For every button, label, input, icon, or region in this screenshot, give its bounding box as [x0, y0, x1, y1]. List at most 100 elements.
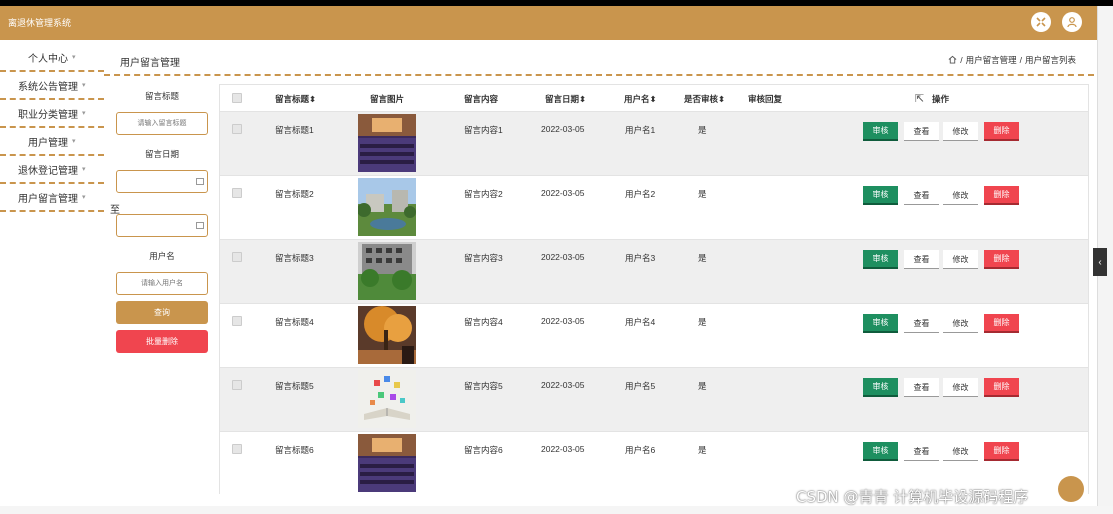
select-all-checkbox[interactable]: [232, 93, 242, 103]
delete-button[interactable]: 删除: [984, 186, 1019, 205]
watermark: CSDN @青青 计算机毕设源码程序: [796, 488, 1029, 506]
page-title: 用户留言管理: [120, 58, 180, 69]
delete-button[interactable]: 删除: [984, 250, 1019, 269]
cell-user: 用户名3: [625, 253, 656, 263]
user-filter-input[interactable]: [116, 272, 208, 295]
row-checkbox[interactable]: [232, 380, 242, 390]
column-header-actions: 操作: [932, 94, 950, 104]
sidebar-menu: 个人中心 ▾ 系统公告管理 ▾ 职业分类管理 ▾ 用户管理 ▾ 退休登记管理 ▾ 用户留言…: [0, 44, 104, 212]
sort-icon: ⬍: [579, 94, 587, 104]
row-checkbox[interactable]: [232, 252, 242, 262]
date-start-input[interactable]: [116, 170, 208, 193]
cell-content: 留言内容1: [464, 125, 503, 135]
review-button[interactable]: 审核: [863, 186, 898, 205]
sort-icon: ⬍: [309, 94, 317, 104]
message-image: [358, 306, 416, 364]
app-header: 离退休管理系统: [0, 6, 1097, 40]
cell-user: 用户名1: [625, 125, 656, 135]
cell-reviewed: 是: [698, 253, 707, 263]
cell-title: 留言标题4: [275, 317, 314, 327]
table-row: 留言标题4 留言内容4 2022-03-05 用户名4 是 审核 查看 修改 删除: [220, 303, 1088, 367]
view-button[interactable]: 查看: [904, 378, 939, 397]
cell-title: 留言标题2: [275, 189, 314, 199]
date-filter-label: 留言日期: [144, 149, 179, 159]
divider: [104, 74, 1094, 76]
sort-icon: ⬍: [649, 94, 657, 104]
title-filter-label: 留言标题: [144, 91, 179, 101]
view-button[interactable]: 查看: [904, 186, 939, 205]
scroll-top-button[interactable]: [1058, 476, 1084, 502]
row-checkbox[interactable]: [232, 124, 242, 134]
collapse-tab[interactable]: ‹: [1093, 248, 1107, 276]
column-header-user[interactable]: 用户名⬍: [624, 93, 657, 105]
date-end-input[interactable]: [116, 214, 208, 237]
view-button[interactable]: 查看: [904, 122, 939, 141]
batch-delete-button[interactable]: 批量删除: [116, 330, 208, 353]
cell-date: 2022-03-05: [541, 380, 585, 390]
row-checkbox[interactable]: [232, 316, 242, 326]
expand-icon[interactable]: [1031, 12, 1051, 32]
chevron-left-icon: ‹: [1098, 256, 1102, 268]
sidebar-item-label: 用户管理: [28, 137, 68, 149]
delete-button[interactable]: 删除: [984, 378, 1019, 397]
cell-title: 留言标题6: [275, 445, 314, 455]
cell-reviewed: 是: [698, 445, 707, 455]
delete-button[interactable]: 删除: [984, 442, 1019, 461]
sidebar-item-label: 职业分类管理: [18, 109, 78, 121]
cell-content: 留言内容5: [464, 381, 503, 391]
sidebar-item-job-categories[interactable]: 职业分类管理 ▾: [0, 100, 104, 128]
table-row: 留言标题5 留言内容5 2022-03-05 用户名5 是 审核 查看 修改 删除: [220, 367, 1088, 431]
user-icon[interactable]: [1062, 12, 1082, 32]
home-icon[interactable]: [948, 55, 957, 66]
row-checkbox[interactable]: [232, 444, 242, 454]
edit-button[interactable]: 修改: [943, 186, 978, 205]
column-header-title[interactable]: 留言标题⬍: [275, 93, 316, 105]
sidebar-item-user-messages[interactable]: 用户留言管理 ▾: [0, 184, 104, 212]
cell-date: 2022-03-05: [541, 316, 585, 326]
sidebar-item-retirement-registration[interactable]: 退休登记管理 ▾: [0, 156, 104, 184]
sidebar-item-label: 用户留言管理: [18, 193, 78, 205]
table-header: 留言标题⬍ 留言图片 留言内容 留言日期⬍ 用户名⬍ 是否审核⬍ 审核回复 操作: [220, 85, 1088, 111]
breadcrumb-separator: /: [960, 55, 963, 65]
review-button[interactable]: 审核: [863, 250, 898, 269]
caret-down-icon: ▾: [72, 138, 76, 145]
view-button[interactable]: 查看: [904, 442, 939, 461]
title-filter-input[interactable]: [116, 112, 208, 135]
sidebar-item-users[interactable]: 用户管理 ▾: [0, 128, 104, 156]
view-button[interactable]: 查看: [904, 314, 939, 333]
calendar-icon: [196, 222, 204, 229]
review-button[interactable]: 审核: [863, 314, 898, 333]
cell-reviewed: 是: [698, 189, 707, 199]
edit-button[interactable]: 修改: [943, 378, 978, 397]
breadcrumb-item[interactable]: 用户留言管理: [966, 54, 1017, 66]
view-button[interactable]: 查看: [904, 250, 939, 269]
sidebar-item-announcements[interactable]: 系统公告管理 ▾: [0, 72, 104, 100]
breadcrumb: / 用户留言管理 / 用户留言列表: [948, 54, 1076, 66]
review-button[interactable]: 审核: [863, 378, 898, 397]
table-row: 留言标题1 留言内容1 2022-03-05 用户名1 是 审核 查看 修改 删除: [220, 111, 1088, 175]
delete-button[interactable]: 删除: [984, 122, 1019, 141]
review-button[interactable]: 审核: [863, 122, 898, 141]
message-image: [358, 242, 416, 300]
edit-button[interactable]: 修改: [943, 314, 978, 333]
cell-content: 留言内容2: [464, 189, 503, 199]
message-image: [358, 434, 416, 492]
sort-icon: ⬍: [718, 94, 726, 104]
review-button[interactable]: 审核: [863, 442, 898, 461]
message-image: [358, 370, 416, 428]
edit-button[interactable]: 修改: [943, 250, 978, 269]
edit-button[interactable]: 修改: [943, 122, 978, 141]
query-button[interactable]: 查询: [116, 301, 208, 324]
edit-button[interactable]: 修改: [943, 442, 978, 461]
column-header-date[interactable]: 留言日期⬍: [545, 93, 586, 105]
delete-button[interactable]: 删除: [984, 314, 1019, 333]
message-image: [358, 178, 416, 236]
caret-down-icon: ▾: [82, 110, 86, 117]
sidebar-item-personal-center[interactable]: 个人中心 ▾: [0, 44, 104, 72]
caret-down-icon: ▾: [82, 166, 86, 173]
cell-date: 2022-03-05: [541, 188, 585, 198]
row-checkbox[interactable]: [232, 188, 242, 198]
column-header-reviewed[interactable]: 是否审核⬍: [684, 93, 725, 105]
breadcrumb-item: 用户留言列表: [1024, 55, 1076, 65]
cell-title: 留言标题1: [275, 125, 314, 135]
